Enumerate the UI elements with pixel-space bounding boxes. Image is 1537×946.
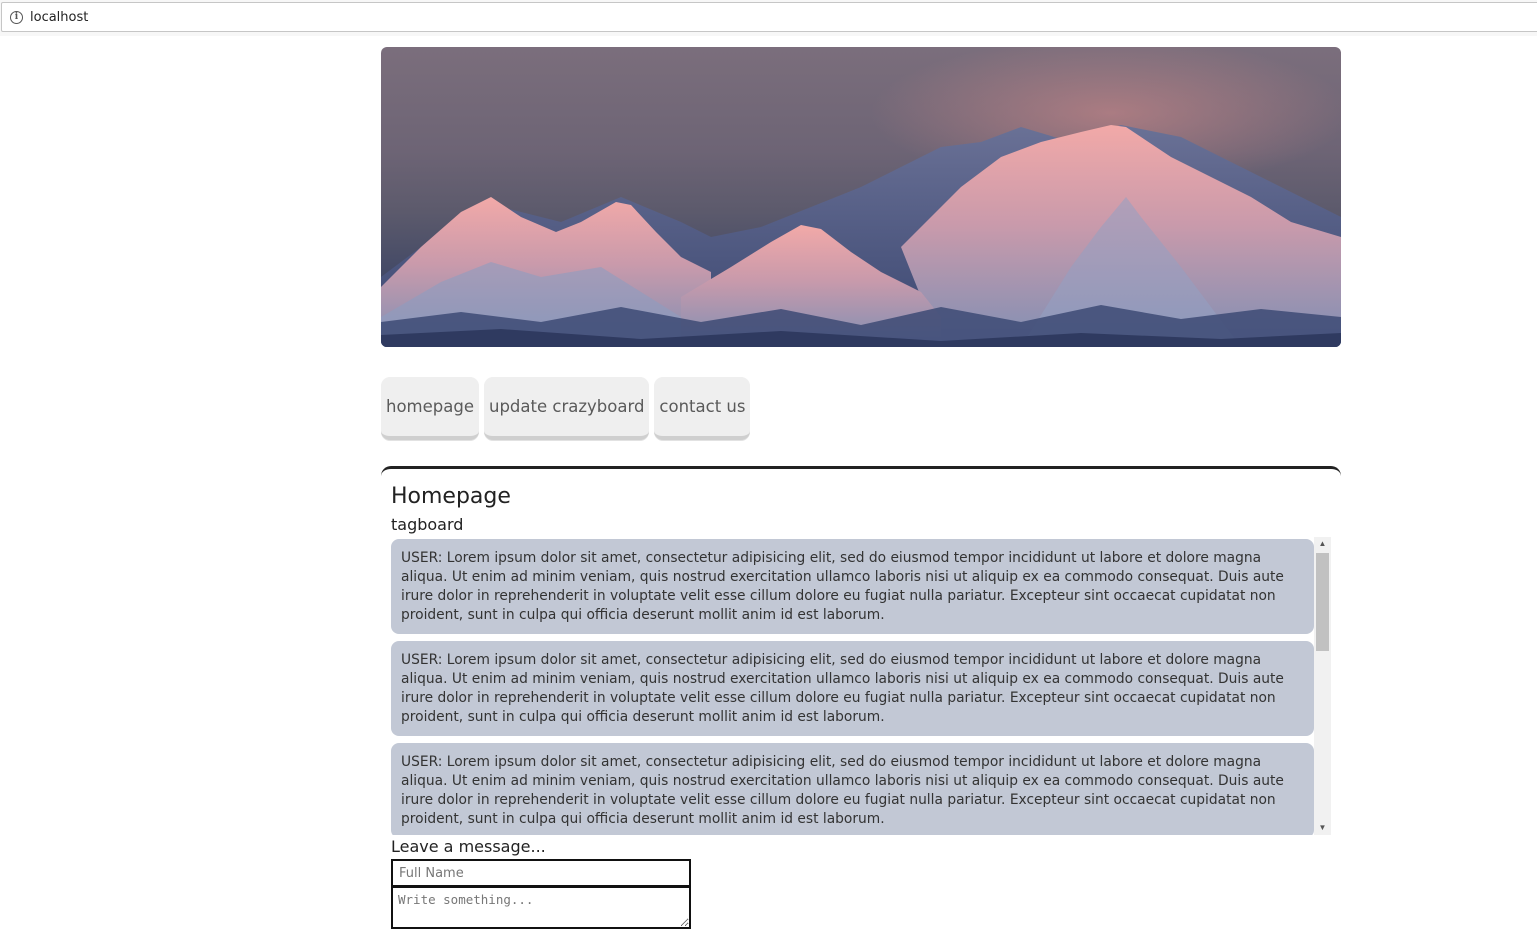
message-item: USER: Lorem ipsum dolor sit amet, consec… (391, 641, 1314, 736)
scroll-up-arrow-icon[interactable]: ▲ (1314, 537, 1331, 551)
tagboard-scrollbar[interactable]: ▲ ▼ (1314, 537, 1331, 835)
full-name-input[interactable] (391, 859, 691, 887)
tagboard[interactable]: USER: Lorem ipsum dolor sit amet, consec… (391, 537, 1331, 835)
nav-homepage-button[interactable]: homepage (381, 377, 479, 440)
url-text[interactable]: localhost (30, 10, 88, 25)
main-nav: homepage update crazyboard contact us (381, 377, 751, 440)
browser-address-bar: i localhost (0, 0, 1537, 36)
tagboard-heading: tagboard (391, 515, 464, 534)
url-field[interactable]: i localhost (1, 2, 1537, 32)
mountain-illustration (381, 47, 1341, 347)
message-item: USER: Lorem ipsum dolor sit amet, consec… (391, 539, 1314, 634)
nav-contact-us-button[interactable]: contact us (654, 377, 751, 440)
message-textarea[interactable] (391, 886, 691, 929)
info-icon[interactable]: i (10, 11, 23, 24)
content-panel: Homepage tagboard USER: Lorem ipsum dolo… (381, 466, 1341, 946)
scroll-down-arrow-icon[interactable]: ▼ (1314, 821, 1331, 835)
nav-update-crazyboard-button[interactable]: update crazyboard (484, 377, 650, 440)
scroll-thumb[interactable] (1316, 553, 1329, 651)
message-list: USER: Lorem ipsum dolor sit amet, consec… (391, 539, 1314, 835)
leave-message-label: Leave a message... (391, 837, 546, 856)
page-title: Homepage (391, 484, 511, 509)
message-item: USER: Lorem ipsum dolor sit amet, consec… (391, 743, 1314, 835)
banner-image (381, 47, 1341, 347)
